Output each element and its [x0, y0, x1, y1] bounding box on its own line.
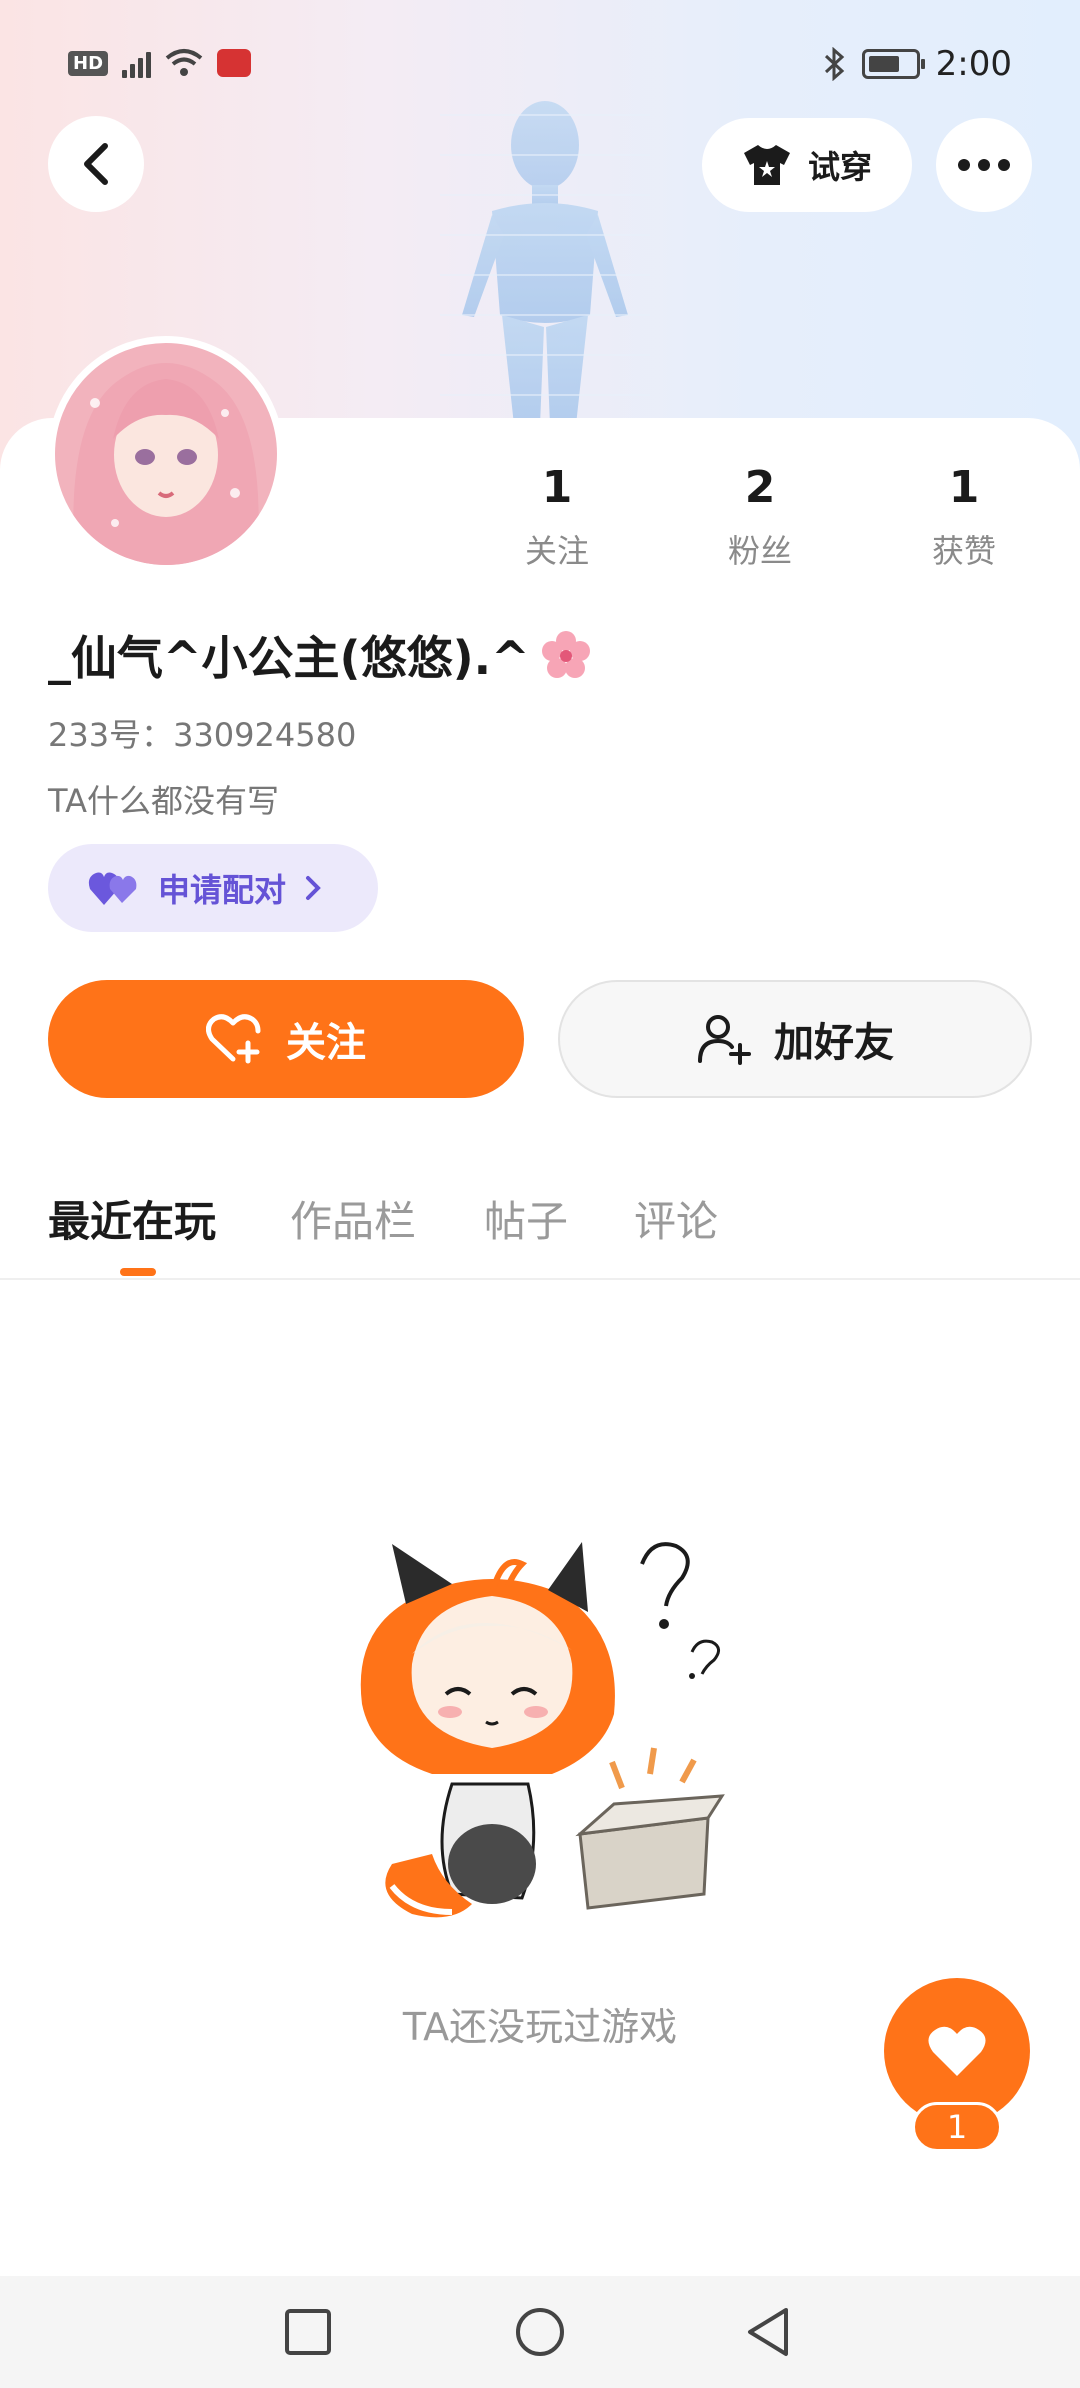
square-icon	[285, 2309, 331, 2355]
system-navigation-bar	[0, 2276, 1080, 2388]
chevron-right-icon	[306, 876, 321, 900]
tab-comments[interactable]: 评论	[634, 1188, 718, 1249]
empty-state-mascot	[360, 1542, 725, 1918]
stat-following[interactable]: 1 关注	[497, 458, 617, 572]
user-id: 233号：330924580	[48, 716, 357, 754]
home-button[interactable]	[506, 2298, 574, 2366]
stat-likes-count: 1	[948, 462, 980, 513]
try-on-label: 试穿	[807, 148, 872, 186]
hd-badge: HD	[68, 50, 109, 76]
status-bar: HD 2:00	[0, 0, 1080, 130]
follow-button[interactable]: 关注	[48, 980, 524, 1098]
triangle-back-icon	[748, 2308, 788, 2356]
bio: TA什么都没有写	[48, 782, 279, 820]
back-nav-button[interactable]	[734, 2298, 802, 2366]
nickname-text: _仙气^小公主(悠悠).^	[48, 631, 530, 685]
stat-following-count: 1	[541, 462, 573, 513]
pair-request-label: 申请配对	[158, 871, 287, 909]
stat-likes-label: 获赞	[931, 532, 996, 570]
heart-plus-icon	[206, 1014, 261, 1064]
cherry-blossom-icon	[541, 631, 590, 678]
user-plus-icon	[698, 1015, 751, 1065]
chevron-left-icon	[84, 143, 108, 185]
more-dots-icon	[958, 159, 1010, 171]
heart-icon	[928, 2026, 986, 2076]
recent-apps-button[interactable]	[274, 2298, 342, 2366]
stat-following-label: 关注	[524, 532, 589, 570]
signal-icon	[122, 48, 152, 78]
stat-fans-label: 粉丝	[727, 532, 792, 570]
notification-app-icon	[217, 49, 252, 77]
profile-tabs: 最近在玩 作品栏 帖子 评论	[0, 1180, 1080, 1280]
nickname: _仙气^小公主(悠悠).^	[48, 622, 592, 688]
stat-likes[interactable]: 1 获赞	[904, 458, 1024, 572]
double-heart-icon	[88, 872, 137, 905]
add-friend-button[interactable]: 加好友	[558, 980, 1032, 1098]
add-friend-label: 加好友	[774, 1020, 894, 1066]
active-tab-indicator	[120, 1268, 156, 1276]
try-on-button[interactable]: 试穿	[702, 118, 912, 212]
avatar-3d-preview[interactable]	[440, 95, 650, 425]
stat-fans-count: 2	[744, 462, 776, 513]
battery-icon	[861, 49, 925, 79]
tab-works[interactable]: 作品栏	[290, 1188, 416, 1249]
circle-icon	[516, 2308, 564, 2356]
avatar-illustration	[73, 363, 259, 565]
back-button[interactable]	[48, 116, 144, 212]
follow-label: 关注	[286, 1020, 366, 1066]
bluetooth-icon	[824, 47, 844, 81]
pair-request-button[interactable]: 申请配对	[48, 844, 378, 932]
avatar[interactable]	[48, 336, 284, 572]
status-left: HD	[68, 48, 252, 78]
stat-fans[interactable]: 2 粉丝	[700, 458, 820, 572]
clock: 2:00	[935, 44, 1012, 84]
tab-recent-play[interactable]: 最近在玩	[48, 1188, 216, 1249]
tshirt-icon	[743, 145, 790, 185]
more-button[interactable]	[936, 118, 1032, 212]
status-right: 2:00	[822, 44, 1012, 84]
wifi-icon	[165, 49, 203, 76]
like-count-badge: 1	[912, 2102, 1002, 2152]
tab-posts[interactable]: 帖子	[484, 1188, 568, 1249]
